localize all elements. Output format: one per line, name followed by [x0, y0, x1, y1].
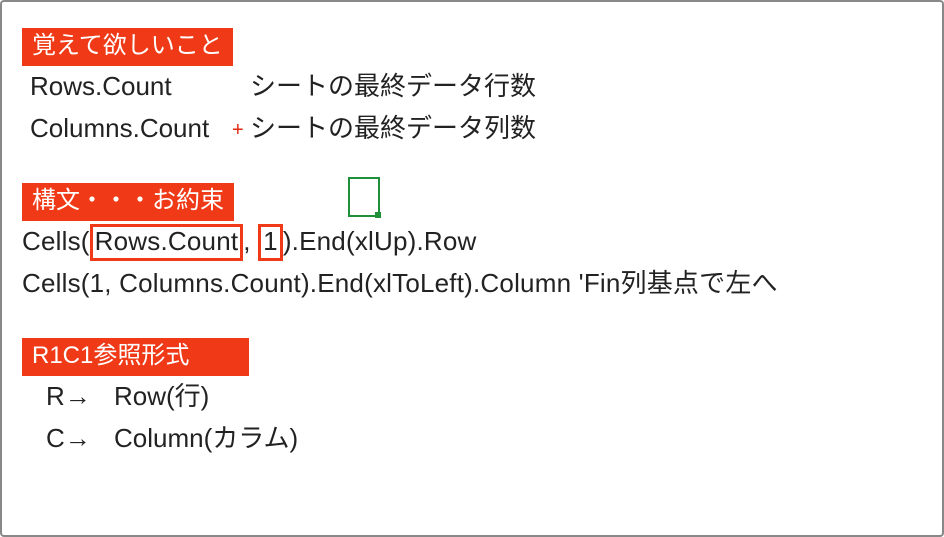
r-desc: Row(行): [114, 376, 209, 418]
section-r1c1: R1C1参照形式 R→ Row(行) C→ Column(カラム): [2, 338, 942, 459]
term-rows-count: Rows.Count: [30, 66, 250, 108]
section-remember: 覚えて欲しいこと Rows.Count シートの最終データ行数 Columns.…: [2, 28, 942, 149]
desc-columns-count: シートの最終データ列数: [250, 113, 536, 143]
heading-remember: 覚えて欲しいこと: [22, 28, 233, 66]
r1c1-row: R→ Row(行): [46, 376, 942, 418]
code-mid: ,: [243, 226, 258, 256]
r-arrow: R→: [46, 376, 114, 418]
r1c1-row: C→ Column(カラム): [46, 418, 942, 460]
desc-rows-count-wrap: シートの最終データ行数: [250, 66, 536, 108]
c-desc: Column(カラム): [114, 418, 298, 460]
heading-r1c1: R1C1参照形式: [22, 338, 249, 376]
term-columns-count: Columns.Count: [30, 108, 250, 150]
c-arrow: C→: [46, 418, 114, 460]
boxed-one: 1: [258, 224, 283, 261]
section-syntax: 構文・・・お約束 Cells(Rows.Count, 1).End(xlUp).…: [2, 183, 942, 304]
syntax-line-2: Cells(1, Columns.Count).End(xlToLeft).Co…: [22, 263, 942, 305]
code-suffix: ).End(xlUp).Row: [283, 226, 477, 256]
remember-row: Columns.Count + シートの最終データ列数: [30, 108, 942, 150]
syntax-line-1: Cells(Rows.Count, 1).End(xlUp).Row: [22, 221, 942, 263]
desc-columns-count-wrap: + シートの最終データ列数: [250, 108, 536, 150]
heading-syntax: 構文・・・お約束: [22, 183, 234, 221]
boxed-rows-count: Rows.Count: [90, 224, 244, 261]
remember-row: Rows.Count シートの最終データ行数: [30, 66, 942, 108]
plus-icon: +: [232, 114, 244, 146]
desc-rows-count: シートの最終データ行数: [250, 71, 536, 101]
excel-cell-cursor-icon: [348, 177, 380, 217]
code-prefix: Cells(: [22, 226, 90, 256]
